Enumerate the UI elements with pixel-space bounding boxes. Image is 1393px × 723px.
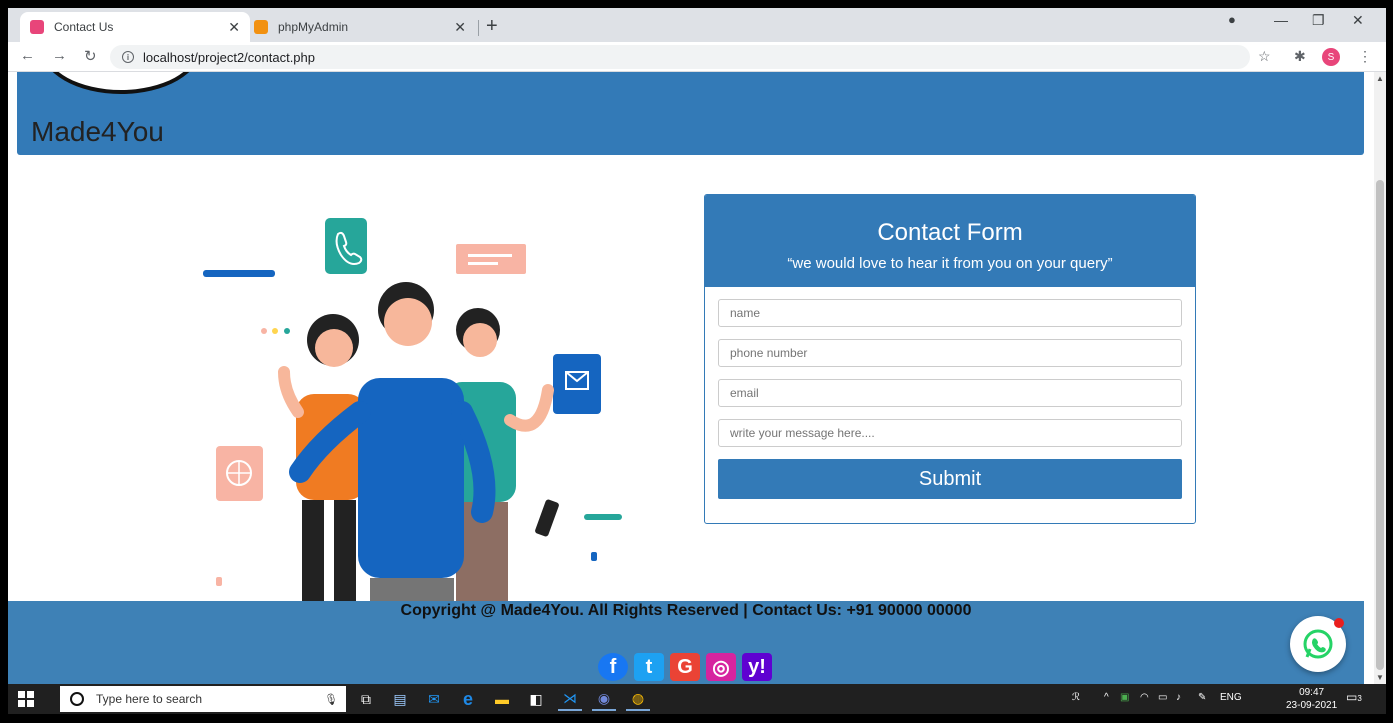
notification-dot [1334,618,1344,628]
wifi-icon[interactable]: ◠ [1140,692,1149,703]
microphone-icon[interactable]: 🎙 [324,693,338,706]
browser-menu-kebab-icon[interactable]: ⋮ [1358,48,1372,65]
tab-contact-us[interactable]: Contact Us ✕ [20,12,250,42]
contact-form-header: Contact Form “we would love to hear it f… [705,195,1195,287]
file-explorer-icon[interactable]: ▬ [490,687,514,711]
discord-icon[interactable]: ◉ [592,687,616,711]
back-button[interactable]: ← [20,47,35,64]
store-icon[interactable]: ◧ [524,687,548,711]
tab-phpmyadmin[interactable]: phpMyAdmin ✕ [244,12,476,42]
copyright-text: Copyright @ Made4You. All Rights Reserve… [400,602,972,619]
battery-icon[interactable]: ▭ [1158,692,1167,703]
address-bar[interactable]: i localhost/project2/contact.php [110,45,1250,69]
page-scrollbar[interactable]: ▲ ▼ [1374,72,1386,684]
site-header: Made4You [17,72,1364,155]
task-view-icon[interactable]: ⧉ [354,687,378,711]
extensions-icon[interactable]: ✱ [1294,48,1306,65]
browser-tab-bar: Contact Us ✕ phpMyAdmin ✕ + ● — ❐ ✕ [8,8,1386,42]
clock-time: 09:47 [1299,687,1325,698]
windows-taskbar: Type here to search 🎙 ⧉ ▤ ✉ e ▬ ◧ ⋊ ◉ ◍ … [8,684,1386,714]
language-indicator[interactable]: ENG [1220,692,1242,703]
cortana-icon [70,692,84,706]
phone-input[interactable] [718,339,1182,367]
google-icon[interactable]: G [670,653,700,681]
page-viewport: Made4You Contact Form “we would love to … [8,72,1374,684]
volume-icon[interactable]: ♪ [1176,692,1181,703]
site-footer: Copyright @ Made4You. All Rights Reserve… [8,601,1364,684]
contact-form-panel: Contact Form “we would love to hear it f… [704,194,1196,524]
tab-title: phpMyAdmin [278,20,349,34]
app-tray-icon[interactable]: ▣ [1120,692,1129,703]
email-input[interactable] [718,379,1182,407]
restore-button[interactable]: ❐ [1312,12,1325,29]
site-info-icon[interactable]: i [122,51,134,63]
mail-icon[interactable]: ✉ [422,687,446,711]
tab-title: Contact Us [54,20,114,34]
site-logo [41,72,201,94]
browser-menu-icon[interactable]: ● [1228,12,1236,27]
social-links: f t G ◎ y! [598,653,772,681]
pen-icon[interactable]: ✎ [1198,692,1206,703]
name-input[interactable] [718,299,1182,327]
windows-start-icon[interactable] [18,691,34,707]
brand-name: Made4You [31,116,164,147]
minimize-button[interactable]: — [1274,12,1288,28]
notepad-icon[interactable]: ▤ [388,687,412,711]
scroll-up-arrow-icon[interactable]: ▲ [1374,74,1386,83]
people-icon[interactable]: ℛ [1072,692,1080,703]
taskbar-search[interactable]: Type here to search 🎙 [60,686,346,712]
chrome-icon[interactable]: ◍ [626,687,650,711]
twitter-icon[interactable]: t [634,653,664,681]
tab-divider [478,20,479,36]
whatsapp-icon [1303,629,1333,659]
message-input[interactable] [718,419,1182,447]
vscode-icon[interactable]: ⋊ [558,687,582,711]
instagram-icon[interactable]: ◎ [706,653,736,681]
new-tab-button[interactable]: + [486,15,498,38]
close-window-button[interactable]: ✕ [1352,12,1364,29]
site-favicon-icon [30,20,44,34]
whatsapp-chat-button[interactable] [1290,616,1346,672]
scroll-thumb[interactable] [1376,180,1384,670]
show-hidden-icons-icon[interactable]: ^ [1104,692,1109,703]
contact-illustration [203,218,622,618]
scroll-down-arrow-icon[interactable]: ▼ [1374,673,1386,682]
screen: Contact Us ✕ phpMyAdmin ✕ + ● — ❐ ✕ ← → … [8,8,1386,714]
yahoo-icon[interactable]: y! [742,653,772,681]
address-text: localhost/project2/contact.php [143,49,315,65]
contact-form-title: Contact Form [877,219,1023,246]
bookmark-star-icon[interactable]: ☆ [1258,48,1271,65]
close-tab-icon[interactable]: ✕ [454,19,466,36]
close-tab-icon[interactable]: ✕ [228,19,240,36]
edge-icon[interactable]: e [456,687,480,711]
notification-count: 3 [1357,694,1362,703]
reload-button[interactable]: ↻ [84,47,97,65]
clock-date: 23-09-2021 [1286,700,1338,711]
forward-button[interactable]: → [52,47,67,64]
notifications-icon[interactable]: ▭3 [1346,690,1362,704]
submit-button[interactable]: Submit [718,459,1182,499]
profile-avatar[interactable]: S [1322,48,1340,66]
phpmyadmin-favicon-icon [254,20,268,34]
facebook-icon[interactable]: f [598,653,628,681]
browser-toolbar: ← → ↻ i localhost/project2/contact.php ☆… [8,42,1386,72]
system-clock[interactable]: 09:47 23-09-2021 [1286,686,1337,712]
contact-form-subtitle: “we would love to hear it from you on yo… [787,255,1113,272]
taskbar-search-placeholder: Type here to search [96,692,203,706]
